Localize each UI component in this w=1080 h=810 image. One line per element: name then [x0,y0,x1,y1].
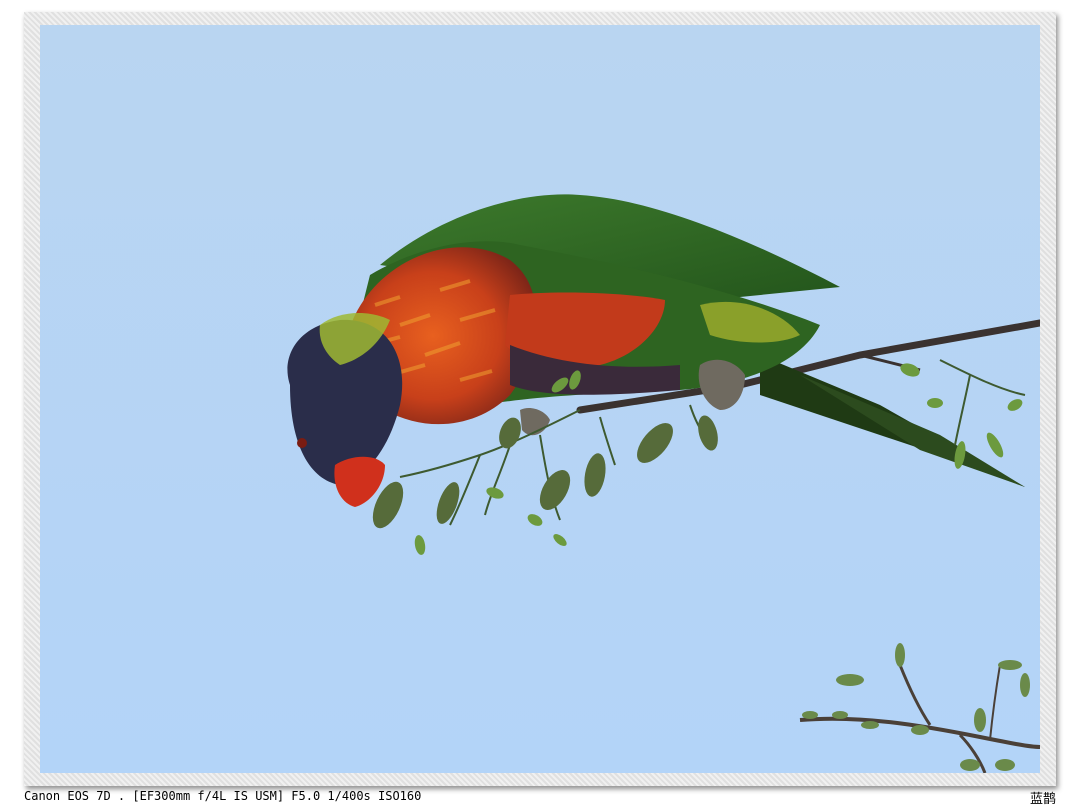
bird-eye [297,438,307,448]
photo [40,25,1040,773]
sky-background [40,25,1040,773]
author-caption: 蓝鹊 [1029,792,1056,807]
lorikeet-photo [40,25,1040,773]
camera-info-caption: Canon EOS 7D . [EF300mm f/4L IS USM] F5.… [24,789,422,803]
